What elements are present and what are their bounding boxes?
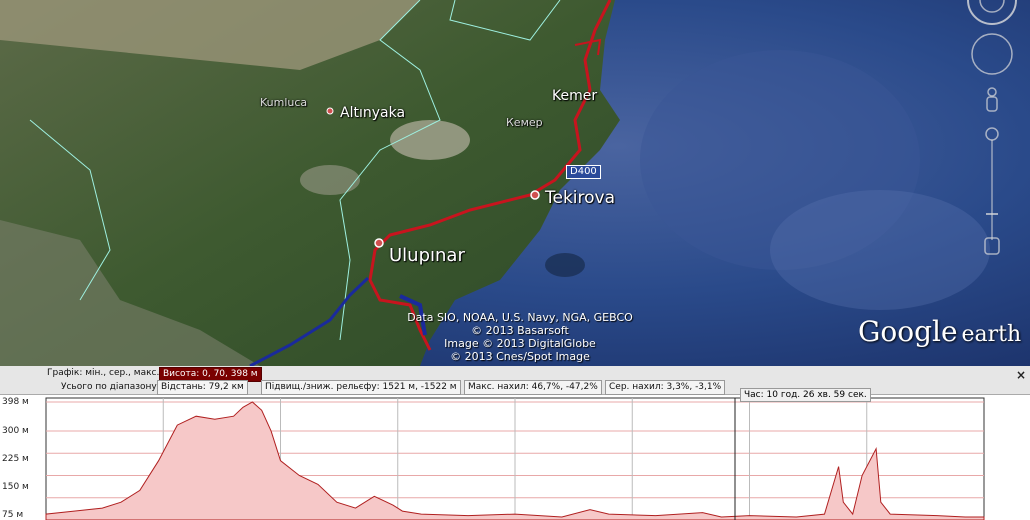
compass-icon[interactable] [967, 0, 1017, 25]
stat-climb[interactable]: Підвищ./зниж. рельєфу: 1521 м, -1522 м [261, 380, 461, 395]
place-ulupinar[interactable]: Ulupınar [389, 245, 465, 266]
logo-earth: earth [961, 322, 1022, 347]
y-tick-label: 75 м [2, 510, 24, 520]
stat-distance[interactable]: Відстань: 79,2 км [157, 380, 248, 395]
road-label-d400: D400 [566, 165, 601, 179]
y-tick-label: 398 м [2, 397, 29, 407]
y-tick-label: 150 м [2, 482, 29, 492]
navigation-controls [967, 0, 1017, 255]
stat-avg-slope[interactable]: Сер. нахил: 3,3%, -3,1% [605, 380, 726, 395]
stat-graph: Графік: мін., сер., макс. [47, 368, 160, 378]
attribution-line: Data SIO, NOAA, U.S. Navy, NGA, GEBCO [407, 311, 633, 324]
place-kemer[interactable]: Kemer [552, 88, 597, 104]
place-tekirova[interactable]: Tekirova [545, 188, 615, 208]
google-earth-logo: Google earth [858, 315, 1021, 348]
stat-total-range: Усього по діапазону [61, 382, 157, 392]
stat-max-slope[interactable]: Макс. нахил: 46,7%, -47,2% [464, 380, 602, 395]
place-altinyaka[interactable]: Altınyaka [340, 105, 405, 121]
zoom-slider-icon[interactable] [984, 127, 1000, 255]
place-kemer-cyrillic[interactable]: Кемер [506, 116, 543, 129]
profile-stats-bar: Графік: мін., сер., макс. Висота: 0, 70,… [0, 366, 1030, 395]
attribution-line: © 2013 Basarsoft [471, 324, 569, 337]
elevation-chart[interactable] [0, 394, 1030, 520]
map-attribution: Data SIO, NOAA, U.S. Navy, NGA, GEBCO © … [405, 311, 635, 363]
time-tooltip: Час: 10 год. 26 хв. 59 сек. [740, 388, 871, 402]
look-joystick-icon[interactable] [971, 33, 1013, 75]
logo-google: Google [858, 315, 958, 348]
attribution-line: Image © 2013 DigitalGlobe [444, 337, 596, 350]
place-kumluca[interactable]: Kumluca [260, 96, 307, 109]
y-tick-label: 225 м [2, 454, 29, 464]
map-view[interactable]: Kumluca Altınyaka Kemer Кемер Tekirova U… [0, 0, 1030, 366]
y-tick-label: 300 м [2, 426, 29, 436]
elevation-profile-panel: Графік: мін., сер., макс. Висота: 0, 70,… [0, 366, 1030, 520]
pegman-icon[interactable] [986, 87, 998, 112]
close-button[interactable]: × [1016, 368, 1026, 382]
attribution-line: © 2013 Cnes/Spot Image [450, 350, 590, 363]
